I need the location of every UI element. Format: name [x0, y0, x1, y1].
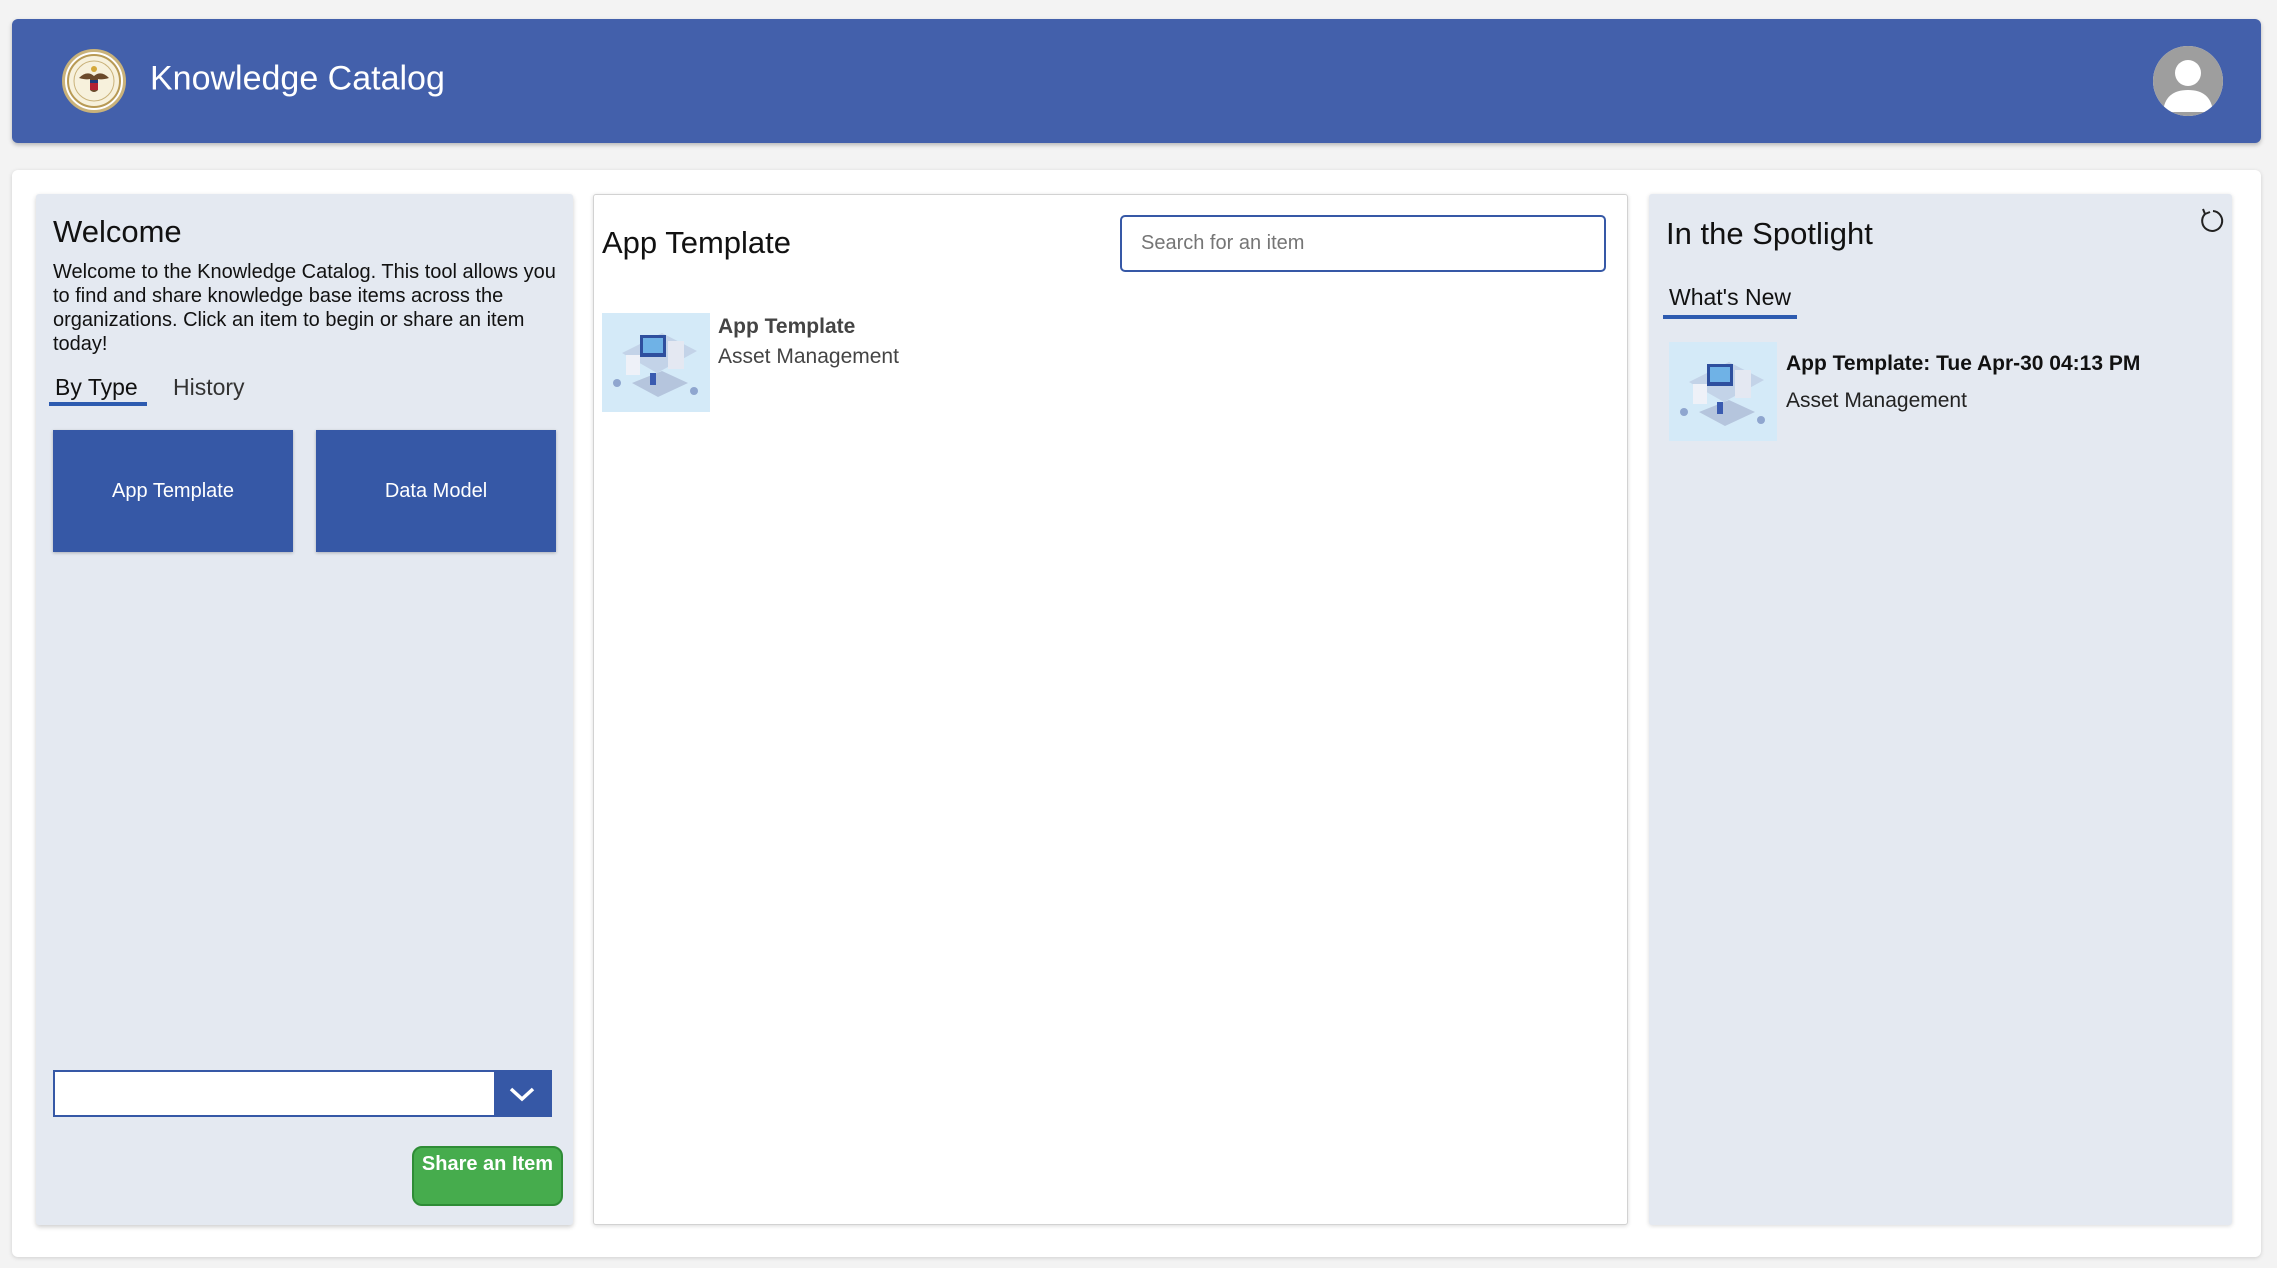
tab-by-type[interactable]: By Type [49, 370, 147, 406]
welcome-title: Welcome [53, 214, 182, 249]
item-title: App Template [718, 315, 856, 338]
item-thumbnail [602, 313, 710, 412]
spotlight-item-subtitle: Asset Management [1786, 389, 1967, 412]
seal-icon [62, 49, 126, 113]
main-container: Welcome Welcome to the Knowledge Catalog… [12, 170, 2261, 1257]
type-dropdown[interactable] [53, 1070, 552, 1117]
refresh-icon[interactable] [2196, 206, 2226, 236]
share-item-button[interactable]: Share an Item [412, 1146, 563, 1206]
app-template-button[interactable]: App Template [53, 430, 293, 552]
spotlight-title: In the Spotlight [1666, 216, 1873, 251]
tab-whats-new[interactable]: What's New [1663, 281, 1797, 319]
item-subtitle: Asset Management [718, 345, 899, 368]
welcome-panel: Welcome Welcome to the Knowledge Catalog… [36, 194, 573, 1225]
user-avatar-icon[interactable] [2153, 46, 2223, 116]
spotlight-item-title: App Template: Tue Apr-30 04:13 PM [1786, 352, 2141, 375]
app-title: Knowledge Catalog [150, 59, 445, 98]
catalog-title: App Template [602, 225, 791, 260]
catalog-panel: App Template App Template Asset Man [593, 194, 1628, 1225]
spotlight-panel: In the Spotlight What's New App Template… [1649, 194, 2232, 1225]
search-input[interactable] [1120, 215, 1606, 272]
welcome-text: Welcome to the Knowledge Catalog. This t… [53, 261, 556, 355]
chevron-down-icon[interactable] [494, 1072, 550, 1115]
app-header: Knowledge Catalog [12, 19, 2261, 143]
tab-history[interactable]: History [167, 370, 251, 406]
data-model-button[interactable]: Data Model [316, 430, 556, 552]
spotlight-thumbnail [1669, 342, 1777, 441]
